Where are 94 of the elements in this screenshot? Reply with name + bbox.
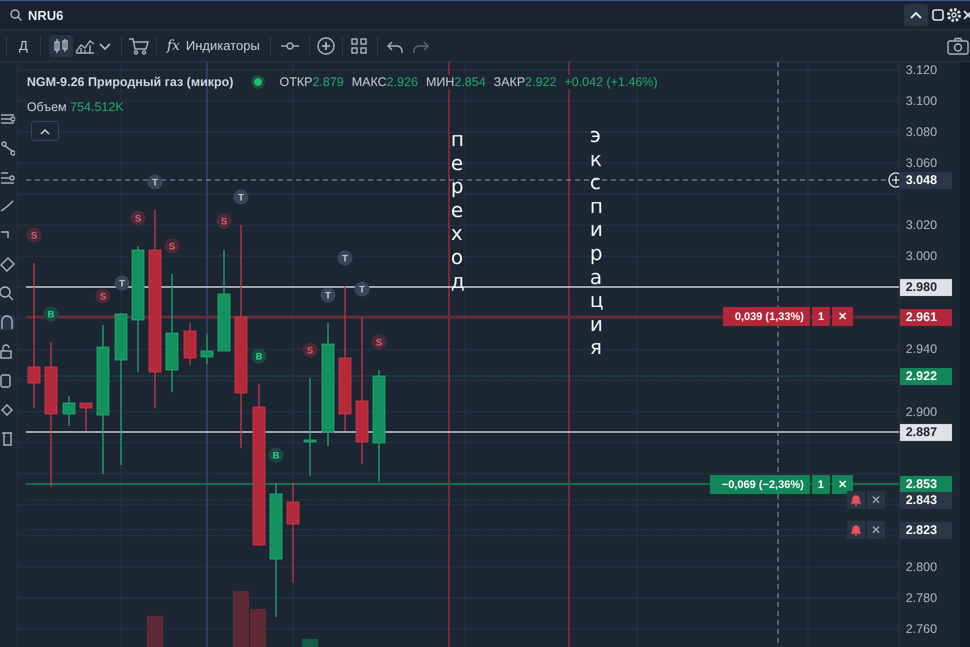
order-quantity[interactable]: 1 <box>812 307 830 326</box>
trade-marker[interactable]: T <box>147 174 162 190</box>
axis-label: 2.940 <box>906 342 938 356</box>
stat-label: МАКС <box>352 75 387 89</box>
sell-marker[interactable]: S <box>26 228 42 242</box>
axis-label: 2.800 <box>906 560 938 574</box>
axis-label: 2.760 <box>906 622 938 636</box>
price-tag: 2.887 <box>900 424 952 440</box>
stat-label: ЗАКР <box>494 75 526 89</box>
eraser-icon[interactable] <box>0 402 15 417</box>
stat-value: 2.926 <box>386 75 418 89</box>
close-icon[interactable] <box>962 9 970 21</box>
remove-alert-button[interactable]: ✕ <box>866 521 885 539</box>
stat-value: 2.922 <box>525 75 556 89</box>
candle <box>183 323 196 365</box>
trade-marker[interactable]: T <box>354 282 370 296</box>
indicators-button[interactable]: fx Индикаторы <box>162 38 264 54</box>
chevron-up-icon <box>40 128 50 134</box>
cart-icon[interactable] <box>128 36 150 54</box>
volume-bar <box>146 616 163 647</box>
search-field[interactable]: NRU6 <box>28 8 64 22</box>
bell-icon <box>850 524 861 536</box>
stat-label: ОТКР <box>279 75 312 89</box>
close-order-button[interactable]: ✕ <box>832 307 854 326</box>
chevron-up-icon <box>910 11 922 19</box>
collapse-button[interactable] <box>904 4 928 26</box>
axis-label: 3.020 <box>906 218 938 232</box>
sell-marker[interactable]: S <box>371 334 386 350</box>
add-icon[interactable] <box>888 172 899 188</box>
alert-button[interactable] <box>846 521 865 539</box>
trade-marker[interactable]: T <box>114 276 130 290</box>
sell-marker[interactable]: S <box>130 210 146 226</box>
area-chart-icon[interactable] <box>74 38 95 54</box>
price-tag: 2.823 <box>900 522 952 538</box>
settings-icon[interactable] <box>946 7 962 23</box>
buy-marker[interactable]: B <box>268 448 284 462</box>
search-icon <box>10 9 22 21</box>
trade-marker[interactable]: T <box>337 250 352 266</box>
buy-marker[interactable]: B <box>43 306 58 322</box>
sell-marker[interactable]: S <box>164 238 180 254</box>
trade-marker[interactable]: T <box>320 288 336 302</box>
sell-marker[interactable]: S <box>95 288 110 304</box>
order-pnl[interactable]: −0,069 (−2,36%) <box>710 475 810 494</box>
price-tag: 2.853 <box>900 476 952 492</box>
annotation-text: переход <box>450 128 466 294</box>
sell-marker[interactable]: S <box>216 214 232 228</box>
interval-button[interactable]: Д <box>13 38 34 53</box>
stat-label: МИН <box>426 75 454 89</box>
axis-label: 3.080 <box>906 125 938 140</box>
brush-icon[interactable] <box>0 199 15 214</box>
candle <box>79 402 92 431</box>
volume-label: Объем <box>26 100 67 114</box>
plus-circle-icon[interactable] <box>316 36 336 56</box>
magnet-icon[interactable] <box>0 315 15 330</box>
status-icon <box>251 75 266 89</box>
alert-button[interactable] <box>846 491 865 509</box>
order-pnl[interactable]: 0,039 (1,33%) <box>722 307 810 326</box>
axis-label: 3.100 <box>906 94 938 108</box>
trade-marker[interactable]: T <box>233 190 248 204</box>
stat-value: 2.854 <box>454 75 486 89</box>
price-tag: 2.843 <box>900 492 952 508</box>
square-icon[interactable] <box>930 9 946 21</box>
volume-bar <box>302 639 318 647</box>
axis-label: 3.060 <box>906 156 938 170</box>
price-tag: 2.980 <box>900 278 952 296</box>
price-tag: 3.048 <box>900 172 952 188</box>
ruler-icon[interactable] <box>0 257 15 272</box>
close-order-button[interactable]: ✕ <box>832 475 853 494</box>
candles-button[interactable] <box>48 34 73 56</box>
buy-marker[interactable]: B <box>251 348 266 364</box>
trash-icon[interactable] <box>0 431 15 446</box>
axis-label: 2.780 <box>906 590 938 605</box>
price-change: +0.042 (+1.46%) <box>564 75 658 89</box>
sell-marker[interactable]: S <box>302 342 318 358</box>
zoom-icon[interactable] <box>0 286 15 301</box>
candle <box>200 334 214 364</box>
candle <box>62 396 76 426</box>
camera-icon[interactable] <box>946 36 970 54</box>
candlestick-icon <box>52 38 69 54</box>
price-tag: 2.922 <box>900 368 952 384</box>
collapse-button[interactable] <box>30 121 59 141</box>
symbol-title: NGM-9.26 Природный газ (микро) <box>26 75 234 89</box>
volume-value: 754.512K <box>70 100 124 114</box>
bell-icon <box>850 494 861 506</box>
price-tag: 2.961 <box>900 308 952 326</box>
order-quantity[interactable]: 1 <box>812 475 830 494</box>
sliders-icon[interactable] <box>0 170 15 185</box>
annotation-text: экспирация <box>590 124 604 360</box>
stat-value: 2.879 <box>312 75 344 89</box>
axis-label: 3.120 <box>906 63 938 77</box>
nodes-icon[interactable] <box>0 141 15 156</box>
axis-label: 3.000 <box>906 249 938 264</box>
axis-label: 2.900 <box>906 404 938 419</box>
remove-alert-button[interactable]: ✕ <box>866 491 885 509</box>
